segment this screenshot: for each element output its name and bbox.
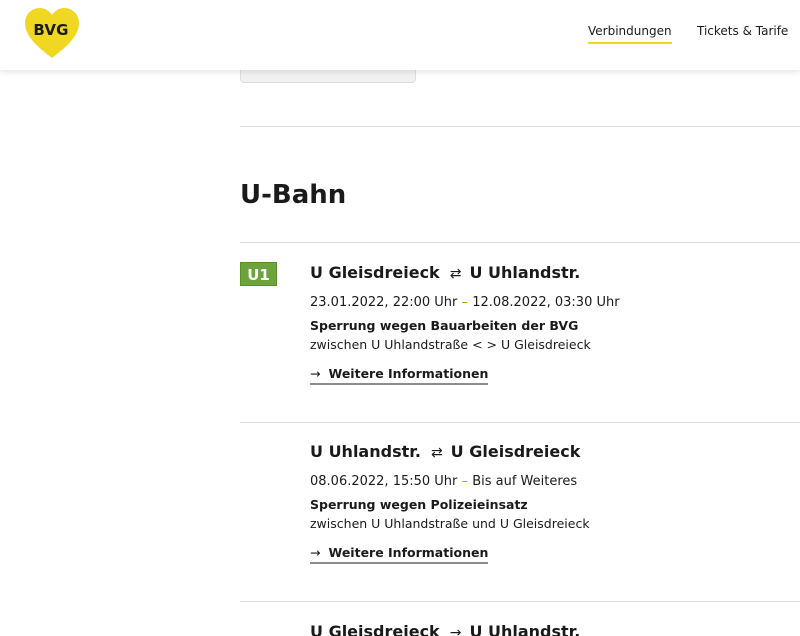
section-title: U-Bahn	[240, 180, 347, 210]
arrow-right-icon: →	[310, 545, 321, 560]
main-nav: Verbindungen Tickets & Tarife	[0, 24, 800, 48]
time-start: 23.01.2022, 22:00 Uhr	[310, 295, 458, 310]
time-range: 08.06.2022, 15:50 Uhr – Bis auf Weiteres	[310, 474, 790, 489]
nav-item-tickets-tarife[interactable]: Tickets & Tarife	[697, 24, 788, 38]
swap-arrows-icon: ⇄	[449, 266, 462, 282]
disruption-reason: Sperrung wegen Polizeieinsatz	[310, 497, 528, 512]
divider	[240, 422, 800, 423]
divider	[240, 601, 800, 602]
route: U Gleisdreieck → U Uhlandstr.	[310, 622, 790, 636]
line-badge-u1: U1	[240, 262, 277, 286]
disruption-between: zwischen U Uhlandstraße < > U Gleisdreie…	[310, 337, 591, 352]
disruption-between: zwischen U Uhlandstraße und U Gleisdreie…	[310, 516, 590, 531]
time-dash: –	[461, 295, 469, 310]
route-from: U Uhlandstr.	[310, 442, 421, 461]
route-to: U Uhlandstr.	[469, 622, 581, 636]
arrow-right-icon: →	[310, 366, 321, 381]
route-to: U Uhlandstr.	[469, 263, 581, 282]
more-info-link[interactable]: → Weitere Informationen	[310, 545, 489, 564]
route: U Gleisdreieck ⇄ U Uhlandstr.	[310, 263, 790, 285]
time-end: 12.08.2022, 03:30 Uhr	[472, 295, 620, 310]
time-start: 08.06.2022, 15:50 Uhr	[310, 474, 458, 489]
route-from: U Gleisdreieck	[310, 622, 440, 636]
time-dash: –	[461, 474, 469, 489]
disruption-item: U Gleisdreieck ⇄ U Uhlandstr. 23.01.2022, …	[310, 263, 790, 385]
disruption-item: U Gleisdreieck → U Uhlandstr.	[310, 622, 790, 636]
divider	[240, 126, 800, 127]
site-header: BVG Verbindungen Tickets & Tarife	[0, 0, 800, 70]
route: U Uhlandstr. ⇄ U Gleisdreieck	[310, 442, 790, 464]
route-to: U Gleisdreieck	[450, 442, 581, 461]
more-info-label: Weitere Informationen	[328, 366, 489, 381]
swap-arrows-icon: ⇄	[430, 445, 443, 461]
nav-item-verbindungen[interactable]: Verbindungen	[588, 24, 672, 44]
more-info-link[interactable]: → Weitere Informationen	[310, 366, 489, 385]
more-info-label: Weitere Informationen	[328, 545, 489, 560]
disruption-item: U Uhlandstr. ⇄ U Gleisdreieck 08.06.2022, …	[310, 442, 790, 564]
disruption-reason: Sperrung wegen Bauarbeiten der BVG	[310, 318, 579, 333]
arrow-right-icon: →	[449, 625, 462, 636]
time-range: 23.01.2022, 22:00 Uhr – 12.08.2022, 03:3…	[310, 295, 790, 310]
route-from: U Gleisdreieck	[310, 263, 440, 282]
divider	[240, 242, 800, 243]
time-end: Bis auf Weiteres	[472, 474, 578, 489]
